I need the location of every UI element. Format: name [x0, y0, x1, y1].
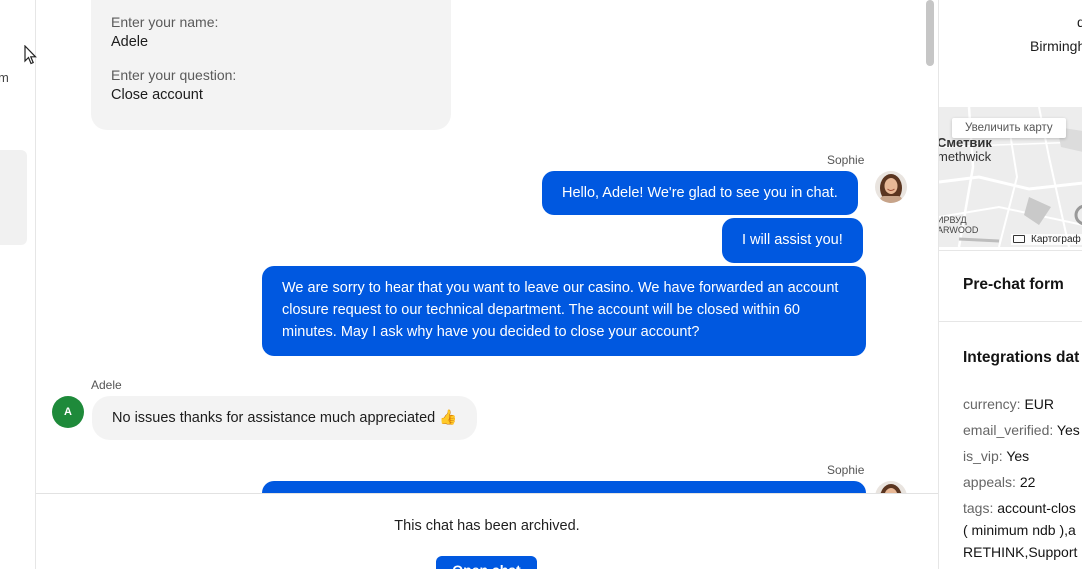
field-currency: currency: EUR: [963, 396, 1054, 412]
map-attribution: Картограф: [1011, 234, 1082, 245]
name-group: Enter your name: Adele: [111, 14, 431, 50]
prechat-form-title[interactable]: Pre-chat form: [963, 276, 1064, 294]
prechat-form-bubble: Enter your name: Adele Enter your questi…: [91, 0, 451, 130]
map-label-line: ИРВУД: [939, 215, 967, 225]
field-key: currency:: [963, 396, 1021, 412]
address-line-1: d: [1077, 14, 1082, 30]
field-appeals: appeals: 22: [963, 474, 1035, 490]
field-value: Yes: [1006, 448, 1030, 464]
right-panel: d Birmingh Увеличить карту Сметвик methw…: [938, 0, 1082, 569]
agent-sender-name: Sophie: [827, 463, 865, 477]
user-sender-name: Adele: [91, 378, 122, 392]
chat-scrollbar-thumb[interactable]: [926, 0, 934, 66]
agent-message: We are sorry to hear that you want to le…: [262, 266, 866, 356]
map-attribution-text: Картограф: [1031, 234, 1081, 245]
user-avatar: A: [52, 396, 84, 428]
user-message: No issues thanks for assistance much app…: [92, 396, 478, 440]
field-key: appeals:: [963, 474, 1016, 490]
sidebar-selected-item[interactable]: [0, 150, 27, 245]
field-key: email_verified:: [963, 422, 1054, 438]
chat-area: Enter your name: Adele Enter your questi…: [36, 0, 938, 569]
agent-message: I will assist you!: [722, 218, 863, 263]
agent-message: Hello, Adele! We're glad to see you in c…: [542, 171, 858, 215]
agent-avatar-icon: [875, 171, 907, 203]
agent-sender-name: Sophie: [827, 153, 865, 167]
field-key: is_vip:: [963, 448, 1003, 464]
field-value: account-clos: [997, 500, 1076, 516]
address-line-2: Birmingh: [1030, 38, 1082, 54]
map-widget[interactable]: Увеличить карту Сметвик methwick ИРВУД A…: [939, 107, 1082, 247]
field-value: Yes: [1056, 422, 1080, 438]
agent-avatar: [875, 171, 907, 203]
name-label: Enter your name:: [111, 14, 219, 30]
keyboard-icon: [1013, 235, 1025, 243]
field-value: EUR: [1024, 396, 1055, 412]
app-root: m Enter your name: Adele Enter your ques…: [0, 0, 1082, 569]
tags-line: ( minimum ndb ),a: [963, 522, 1076, 538]
field-tags: tags: account-clos: [963, 500, 1076, 516]
sidebar-cut-text: m: [0, 70, 9, 85]
field-email-verified: email_verified: Yes: [963, 422, 1080, 438]
map-label-line: ARWOOD: [939, 225, 979, 235]
integrations-title[interactable]: Integrations dat: [963, 349, 1079, 367]
archived-notice: This chat has been archived.: [394, 518, 580, 534]
field-value: 22: [1019, 474, 1036, 490]
tags-line: RETHINK,Support: [963, 544, 1078, 560]
question-label: Enter your question:: [111, 67, 237, 83]
map-label: ИРВУД ARWOOD: [939, 215, 978, 235]
chat-footer: This chat has been archived. Open chat: [36, 493, 938, 569]
name-value: Adele: [111, 34, 149, 50]
divider: [939, 250, 1082, 251]
question-group: Enter your question: Close account: [111, 67, 431, 103]
field-key: tags:: [963, 500, 994, 516]
divider: [939, 321, 1082, 322]
field-is-vip: is_vip: Yes: [963, 448, 1029, 464]
question-value: Close account: [111, 87, 203, 103]
open-chat-button[interactable]: Open chat: [436, 556, 537, 569]
left-sidebar: m: [0, 0, 36, 569]
map-label: methwick: [939, 149, 992, 164]
map-label: Сметвик: [939, 135, 992, 150]
